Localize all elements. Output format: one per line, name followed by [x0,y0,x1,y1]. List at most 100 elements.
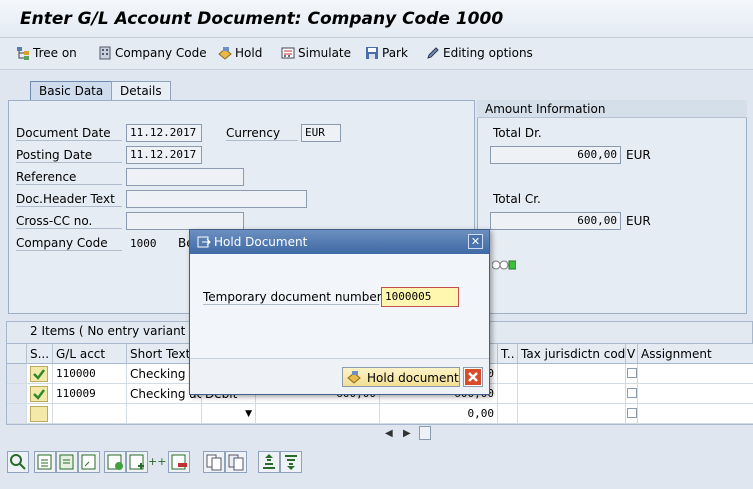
currency-label: Currency [226,126,298,141]
copy-icon[interactable] [203,451,225,473]
total-credit-currency: EUR [626,214,651,228]
simulate-button[interactable]: Simulate [281,46,351,60]
v-cell[interactable] [626,404,638,424]
scroll-right-icon[interactable]: ▶ [403,428,411,439]
tax-jurisdiction-cell[interactable] [518,364,626,384]
close-icon[interactable]: ✕ [468,234,483,249]
assignment-cell[interactable] [638,384,753,404]
checkbox[interactable] [627,388,637,398]
sort-ascending-icon[interactable] [258,451,280,473]
currency-field[interactable]: EUR [301,124,341,142]
cancel-button[interactable] [463,367,483,387]
dc-dropdown[interactable]: ▼ [202,404,256,424]
total-credit-label: Total Cr. [493,192,541,206]
doc-header-text-field[interactable] [126,190,307,208]
sort-descending-icon[interactable] [280,451,302,473]
column-header-v[interactable]: V [626,344,638,364]
document-date-field[interactable]: 11.12.2017 [126,124,202,142]
posting-date-field[interactable]: 11.12.2017 [126,146,202,164]
assignment-cell[interactable] [638,404,753,424]
temporary-document-number-field[interactable]: 1000005 [381,287,459,307]
row-selector[interactable] [7,404,27,424]
balance-traffic-light-icon [491,259,517,271]
hold-document-dialog: Hold Document ✕ Temporary document numbe… [189,229,490,395]
items-header: 2 Items ( No entry variant se [30,324,203,338]
status-cell [27,384,53,404]
tree-icon [16,46,30,60]
company-code-value: 1000 [130,237,157,250]
column-header-gl-acct[interactable]: G/L acct [53,344,127,364]
cross-cc-field[interactable] [126,212,244,230]
park-button[interactable]: Park [365,46,408,60]
gl-acct-cell[interactable]: 110000 [53,364,127,384]
dropdown-arrow-icon: ▼ [245,409,252,419]
total-debit-currency: EUR [626,148,651,162]
t-cell[interactable] [498,364,518,384]
scroll-thumb[interactable] [419,426,431,440]
append-row-icon[interactable] [126,451,148,473]
insert-row-icon[interactable] [104,451,126,473]
t-cell[interactable] [498,404,518,424]
total-credit-field: 600,00 [490,212,621,230]
delete-row-icon[interactable] [168,451,190,473]
company-code-button[interactable]: Company Code [98,46,207,60]
simulate-icon [281,46,295,60]
v-cell[interactable] [626,384,638,404]
short-text-cell[interactable] [127,404,202,424]
add-rows-icon[interactable]: ++ [148,451,168,473]
reference-label: Reference [16,170,122,185]
scroll-left-icon[interactable]: ◀ [385,428,393,439]
status-cell [27,364,53,384]
checkbox[interactable] [627,408,637,418]
cross-cc-label: Cross-CC no. [16,214,122,229]
dialog-title: Hold Document [214,235,308,249]
assignment-cell[interactable] [638,364,753,384]
reference-field[interactable] [126,168,244,186]
tax-jurisdiction-cell[interactable] [518,404,626,424]
v-cell[interactable] [626,364,638,384]
row-selector[interactable] [7,384,27,404]
total-debit-field: 600,00 [490,146,621,164]
tax-jurisdiction-cell[interactable] [518,384,626,404]
deselect-all-icon[interactable] [78,451,100,473]
check-icon [30,386,48,402]
hold-document-button[interactable]: Hold document [342,367,460,387]
hold-icon [218,46,232,60]
building-icon [98,46,112,60]
paste-icon[interactable] [225,451,247,473]
gl-acct-cell[interactable] [53,404,127,424]
tab-details[interactable]: Details [111,81,171,101]
window-title: Enter G/L Account Document: Company Code… [20,9,504,29]
select-all-icon[interactable] [34,451,56,473]
row-selector[interactable] [7,364,27,384]
gl-acct-cell[interactable]: 110009 [53,384,127,404]
tree-on-button[interactable]: Tree on [16,46,77,60]
dialog-title-bar[interactable]: Hold Document ✕ [190,230,489,254]
horizontal-scrollbar[interactable]: ◀ ▶ [383,426,435,442]
status-cell [27,404,53,424]
tab-basic-data[interactable]: Basic Data [30,81,113,101]
check-icon [30,366,48,382]
t-cell[interactable] [498,384,518,404]
column-header-assignment[interactable]: Assignment [638,344,753,364]
row-selector-header [7,344,27,364]
posting-date-label: Posting Date [16,148,122,163]
hold-button[interactable]: Hold [218,46,262,60]
hold-icon [347,370,363,387]
editing-options-button[interactable]: Editing options [426,46,533,60]
temporary-document-number-label: Temporary document number [203,290,382,305]
details-icon[interactable] [7,451,29,473]
amount-local-cell: 0,00 [380,404,498,424]
checkbox[interactable] [627,368,637,378]
select-block-icon[interactable] [56,451,78,473]
company-code-label: Company Code [16,236,122,251]
application-toolbar: Tree on Company Code Hold Simulate Park … [0,38,753,70]
column-header-status[interactable]: S... [27,344,53,364]
column-header-tax-jurisdiction[interactable]: Tax jurisdictn code [518,344,626,364]
dialog-icon [197,235,211,252]
column-header-t[interactable]: T.. [498,344,518,364]
empty-status-icon [30,406,48,422]
save-disk-icon [365,46,379,60]
doc-header-text-label: Doc.Header Text [16,192,122,207]
amount-cell[interactable] [256,404,380,424]
